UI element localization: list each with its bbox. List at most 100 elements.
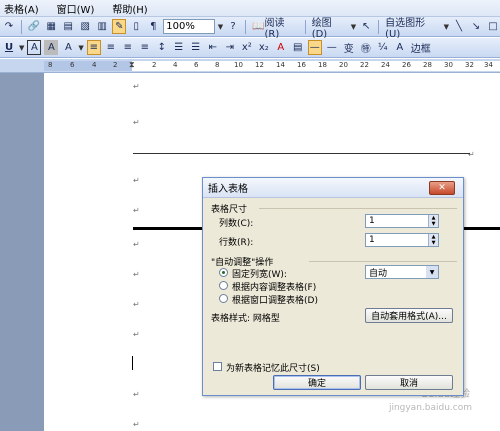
insert-table-dialog: 插入表格 ✕ 表格尺寸 列数(C): 1 ▲ ▼ 行数(R): 1 ▲ ▼ "自… (202, 177, 464, 396)
chevron-down-icon[interactable]: ▼ (444, 23, 449, 31)
ruler-tick-label: 22 (360, 61, 369, 69)
cancel-button[interactable]: 取消 (365, 375, 453, 390)
indent-marker-icon[interactable]: ⧗ (129, 60, 135, 70)
redo-icon[interactable]: ↷ (2, 19, 16, 34)
columns-label: 列数(C): (219, 219, 254, 229)
document-map-icon[interactable]: ▯ (129, 19, 143, 34)
rows-value: 1 (369, 235, 375, 245)
read-mode-button[interactable]: 📖 阅读(R) (251, 18, 300, 40)
justify-button[interactable]: ≡ (138, 40, 152, 55)
fixed-width-radio[interactable] (219, 268, 228, 277)
paragraph-mark: ↵ (133, 206, 140, 215)
ruler-tick-label: 2 (113, 61, 118, 69)
formatting-toolbar: U ▼ A A A ▼ ≡ ≡ ≡ ≡ ↕ ☰ ☰ ⇤ ⇥ x² x₂ A ▤ … (0, 38, 500, 58)
fixed-width-value: 自动 (369, 268, 388, 279)
borders-menu-button[interactable]: 边框 (410, 40, 432, 55)
spin-down-icon[interactable]: ▼ (428, 221, 438, 227)
insert-excel-icon[interactable]: ▧ (78, 19, 92, 34)
numbering-button[interactable]: ☰ (172, 40, 186, 55)
autoformat-button[interactable]: 自动套用格式(A)... (365, 308, 453, 323)
menu-window[interactable]: 窗口(W) (57, 1, 95, 16)
char-shading-button[interactable]: A (44, 40, 59, 55)
fixed-width-label: 固定列宽(W): (232, 270, 287, 280)
autofit-content-radio[interactable] (219, 281, 228, 290)
align-left-button[interactable]: ≡ (86, 40, 101, 55)
char-border-button[interactable]: A (27, 40, 42, 55)
ok-button[interactable]: 确定 (273, 375, 361, 390)
highlight-button[interactable]: ▤ (291, 40, 305, 55)
ruler-tick-label: 20 (339, 61, 348, 69)
enclose-char-button[interactable]: ㊕ (359, 40, 373, 55)
font-color-button[interactable]: A (274, 40, 288, 55)
ruler-tick-label: 34 (484, 61, 493, 69)
remember-size-checkbox[interactable] (213, 362, 222, 371)
chevron-down-icon[interactable]: ▼ (218, 23, 223, 31)
zoom-select[interactable]: 100% (163, 19, 215, 34)
select-objects-icon[interactable]: ↖ (359, 19, 373, 34)
bullets-button[interactable]: ☰ (189, 40, 203, 55)
text-direction-button[interactable]: A (393, 40, 407, 55)
remember-size-label: 为新表格记忆此尺寸(S) (226, 364, 320, 374)
fraction-button[interactable]: ¼ (376, 40, 390, 55)
align-right-button[interactable]: ≡ (121, 40, 135, 55)
menu-help[interactable]: 帮助(H) (112, 1, 147, 16)
menu-table[interactable]: 表格(A) (4, 1, 39, 16)
columns-icon[interactable]: ▥ (95, 19, 109, 34)
hyperlink-icon[interactable]: 🔗 (27, 19, 41, 34)
ruler-margin (44, 61, 132, 71)
line-spacing-button[interactable]: ↕ (155, 40, 169, 55)
close-button[interactable]: ✕ (429, 181, 455, 195)
chevron-down-icon[interactable]: ▼ (19, 44, 24, 52)
columns-value: 1 (369, 216, 375, 226)
increase-indent-button[interactable]: ⇥ (223, 40, 237, 55)
chevron-down-icon[interactable]: ▼ (426, 266, 438, 278)
ruler-tick-label: 12 (255, 61, 264, 69)
paragraph-mark: ↵ (133, 82, 140, 91)
subscript-button[interactable]: x₂ (257, 40, 271, 55)
autoshape-menu-button[interactable]: 自选图形(U) (384, 18, 440, 40)
phonetic-button[interactable]: 变 (342, 40, 356, 55)
chevron-down-icon[interactable]: ▼ (78, 44, 83, 52)
autofit-content-label: 根据内容调整表格(F) (232, 283, 317, 293)
dialog-titlebar[interactable]: 插入表格 ✕ (203, 178, 463, 198)
horizontal-ruler[interactable]: 8 6 4 2 ⧗ 2 4 6 8 10 12 14 16 18 20 22 2… (0, 59, 500, 73)
spin-down-icon[interactable]: ▼ (428, 240, 438, 246)
spinner-arrows[interactable]: ▲ ▼ (428, 215, 438, 227)
tables-borders-icon[interactable]: ▦ (44, 19, 58, 34)
ruler-tick-label: 30 (444, 61, 453, 69)
ruler-tick-label: 10 (234, 61, 243, 69)
superscript-button[interactable]: x² (240, 40, 254, 55)
drawing-icon[interactable]: ✎ (112, 19, 127, 34)
table-style-label: 表格样式: 网格型 (211, 314, 280, 324)
paragraph-mark: ↵ (133, 420, 140, 429)
paragraph-mark: ↵ (133, 270, 140, 279)
chevron-down-icon[interactable]: ▼ (351, 23, 356, 31)
arrow-icon[interactable]: ↘ (469, 19, 483, 34)
border-bottom-button[interactable]: — (325, 40, 339, 55)
left-gutter (0, 73, 44, 431)
ruler-tick-label: 18 (318, 61, 327, 69)
fixed-width-select[interactable]: 自动 ▼ (365, 265, 439, 279)
decrease-indent-button[interactable]: ⇤ (206, 40, 220, 55)
align-center-button[interactable]: ≡ (104, 40, 118, 55)
help-icon[interactable]: ? (226, 19, 240, 34)
autofit-window-label: 根据窗口调整表格(D) (232, 296, 318, 306)
rows-label: 行数(R): (219, 238, 254, 248)
char-scale-button[interactable]: A (61, 40, 75, 55)
paragraph-mark: ↵ (133, 300, 140, 309)
columns-spinner[interactable]: 1 ▲ ▼ (365, 214, 439, 228)
draw-menu-button[interactable]: 绘图(D) (311, 18, 348, 40)
underline-button[interactable]: U (2, 40, 16, 55)
paragraph-mark: ↵ (133, 118, 140, 127)
rectangle-icon[interactable]: □ (486, 19, 500, 34)
line-icon[interactable]: ╲ (452, 19, 466, 34)
ruler-tick-label: 6 (194, 61, 199, 69)
show-hide-icon[interactable]: ¶ (146, 19, 160, 34)
border-line-button[interactable]: — (307, 40, 322, 55)
group-divider (309, 261, 457, 262)
spinner-arrows[interactable]: ▲ ▼ (428, 234, 438, 246)
insert-table-icon[interactable]: ▤ (61, 19, 75, 34)
paragraph-mark: ↵ (133, 176, 140, 185)
autofit-window-radio[interactable] (219, 294, 228, 303)
rows-spinner[interactable]: 1 ▲ ▼ (365, 233, 439, 247)
